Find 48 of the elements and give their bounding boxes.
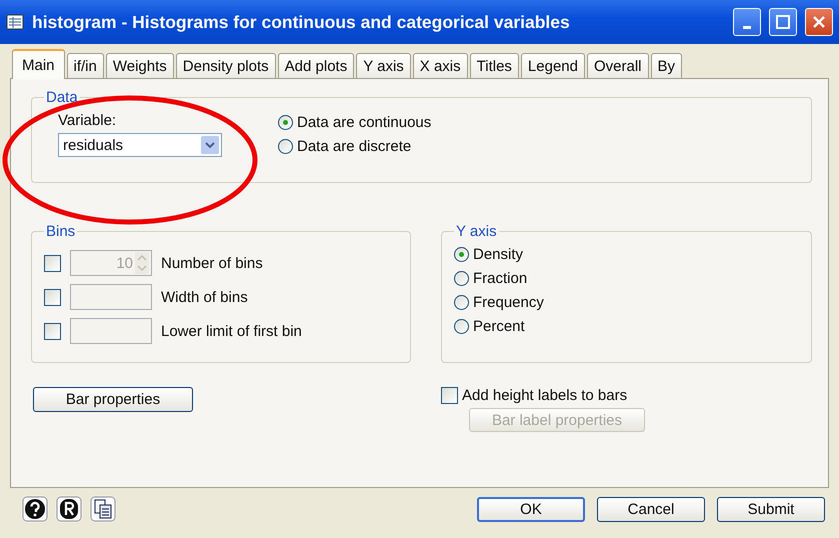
input-field[interactable] (70, 284, 152, 310)
tab[interactable]: Add plots (278, 53, 354, 78)
tab[interactable]: Density plots (176, 53, 276, 78)
group-title: Y axis (455, 223, 498, 240)
close-button[interactable] (805, 8, 833, 36)
help-icon[interactable] (22, 496, 48, 522)
tab[interactable]: Legend (520, 53, 585, 78)
tab[interactable]: Weights (106, 53, 174, 78)
tab[interactable]: Main (12, 49, 65, 79)
tab[interactable]: if/in (66, 53, 104, 78)
tab[interactable]: Overall (586, 53, 648, 78)
dialog-button[interactable]: Cancel (597, 496, 705, 522)
tab[interactable]: X axis (412, 53, 468, 78)
field-label: Variable: (58, 112, 118, 129)
radio-button[interactable]: Fraction (454, 270, 799, 287)
tab[interactable]: Y axis (356, 53, 411, 78)
radio-button[interactable]: Data are discrete (278, 138, 432, 155)
variable-dropdown[interactable]: residuals (58, 133, 222, 157)
field-label: Lower limit of first bin (161, 322, 302, 340)
group-title: Data (45, 89, 79, 106)
checkbox[interactable] (44, 288, 61, 306)
dialog-button[interactable]: OK (477, 496, 585, 522)
copy-icon[interactable] (90, 496, 116, 522)
window-title: histogram - Histograms for continuous and categorical variables (32, 12, 571, 32)
dialog-button[interactable]: Submit (717, 496, 825, 522)
bar-properties-button[interactable]: Bar properties (33, 387, 193, 412)
maximize-button[interactable] (769, 8, 797, 36)
minimize-icon (743, 26, 751, 28)
radio-button[interactable]: Data are continuous (278, 114, 432, 131)
field-label: Number of bins (161, 254, 263, 272)
radio-button[interactable]: Density (454, 246, 799, 263)
input-field[interactable] (70, 318, 152, 344)
field-label: Width of bins (161, 288, 248, 306)
minimize-button[interactable] (733, 8, 761, 36)
reset-icon[interactable] (56, 496, 82, 522)
maximize-icon (776, 15, 790, 29)
tab[interactable]: By (650, 53, 682, 78)
radio-button[interactable]: Frequency (454, 294, 799, 311)
checkbox[interactable] (44, 322, 61, 340)
window-icon (6, 14, 24, 30)
group-title: Bins (45, 223, 76, 240)
checkbox[interactable] (44, 254, 61, 272)
tab[interactable]: Titles (470, 53, 519, 78)
spinner-arrows-icon (135, 252, 149, 274)
checkbox[interactable] (441, 387, 458, 404)
radio-button[interactable]: Percent (454, 318, 799, 335)
checkbox-label: Add height labels to bars (462, 387, 628, 404)
close-icon (812, 15, 826, 29)
